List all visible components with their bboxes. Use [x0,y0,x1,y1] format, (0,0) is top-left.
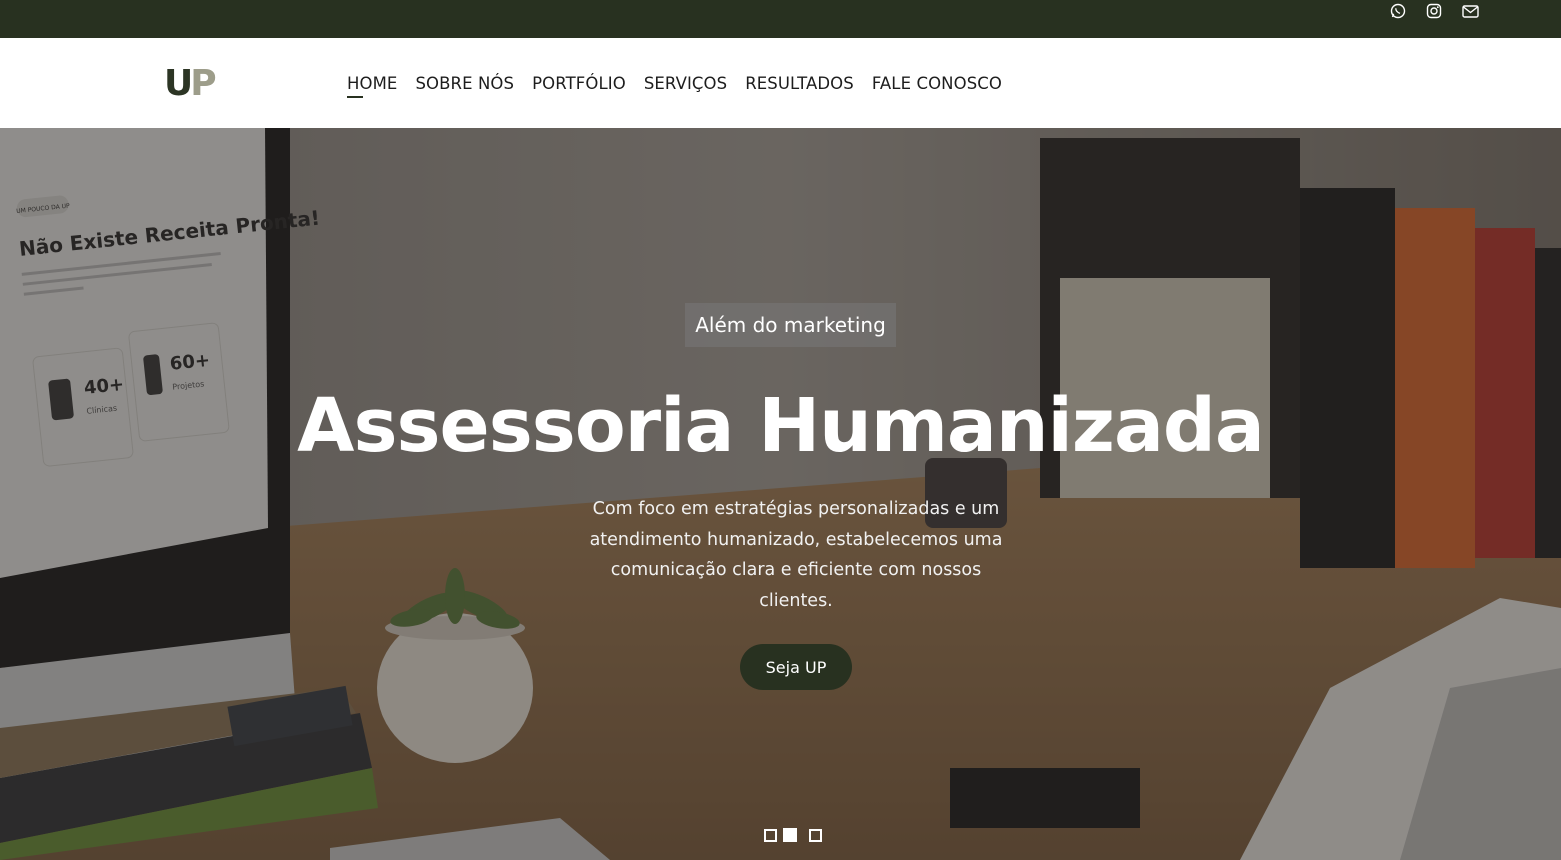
top-bar [0,0,1561,38]
slider-dot-3[interactable] [809,828,822,842]
instagram-icon[interactable] [1423,0,1445,22]
nav-portfolio[interactable]: PORTFÓLIO [532,74,626,93]
nav-resultados[interactable]: RESULTADOS [745,74,854,93]
social-links [1387,0,1481,22]
site-header: UP HOME SOBRE NÓS PORTFÓLIO SERVIÇOS RES… [0,38,1561,128]
nav-home[interactable]: HOME [347,74,397,98]
hero-description: Com foco em estratégias personalizadas e… [589,499,1003,611]
nav-servicos[interactable]: SERVIÇOS [644,74,727,93]
logo-p: P [190,63,216,104]
mail-icon[interactable] [1459,0,1481,22]
logo[interactable]: UP [164,63,217,104]
seja-up-button[interactable]: Seja UP [740,644,852,690]
hero-title: Assessoria Humanizada [297,383,1265,469]
nav-fale-conosco[interactable]: FALE CONOSCO [872,74,1002,93]
slider-dot-1[interactable] [764,828,777,842]
hero-slider: UM POUCO DA UP Não Existe Receita Pronta… [0,128,1561,860]
nav-sobre-nos[interactable]: SOBRE NÓS [415,74,514,93]
hero-badge: Além do marketing [685,303,896,347]
slider-dot-2[interactable] [783,828,797,842]
logo-u: U [164,63,193,104]
slider-dots [764,828,822,842]
whatsapp-icon[interactable] [1387,0,1409,22]
main-nav: HOME SOBRE NÓS PORTFÓLIO SERVIÇOS RESULT… [347,38,1020,128]
